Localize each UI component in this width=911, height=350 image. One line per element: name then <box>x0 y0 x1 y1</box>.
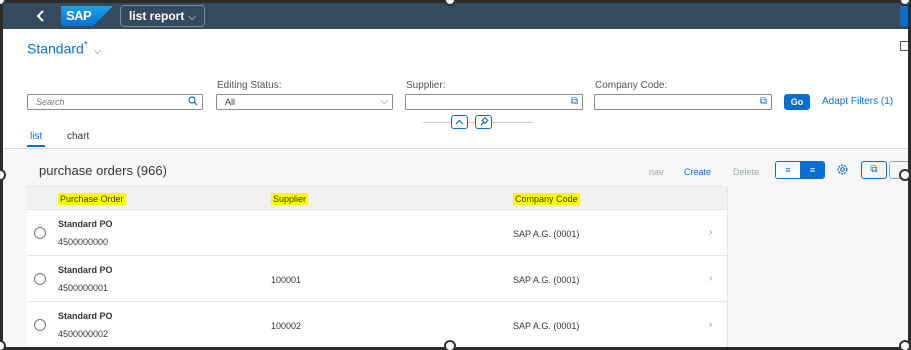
resize-handle[interactable] <box>444 340 456 350</box>
column-header-supplier[interactable]: Supplier <box>271 193 309 205</box>
chevron-right-icon[interactable]: › <box>709 227 712 238</box>
supplier-input[interactable]: ⧉ <box>405 94 583 110</box>
column-header-company-code[interactable]: Company Code <box>513 193 580 205</box>
value-help-icon[interactable]: ⧉ <box>760 95 767 109</box>
company-cell: SAP A.G. (0001) <box>513 275 580 285</box>
value-help-icon[interactable]: ⧉ <box>571 95 578 109</box>
app-title-menu[interactable]: list report ⌵ <box>120 5 205 27</box>
chevron-right-icon[interactable]: › <box>709 273 712 284</box>
row-select-radio[interactable] <box>34 273 46 285</box>
chevron-down-icon: ⌵ <box>93 45 102 57</box>
delete-button[interactable]: Delete <box>733 167 759 177</box>
row-select-radio[interactable] <box>34 227 46 239</box>
adapt-filters-link[interactable]: Adapt Filters (1) <box>822 96 893 107</box>
table-title: purchase orders (966) <box>39 163 167 178</box>
chevron-left-icon <box>36 10 44 22</box>
po-type: Standard PO <box>58 265 113 275</box>
table-view-button[interactable]: ≡ <box>776 162 800 178</box>
table-header: Purchase Order Supplier Company Code <box>27 186 727 210</box>
table-row[interactable]: Standard PO 4500000002 100002 SAP A.G. (… <box>27 302 727 347</box>
header-collapse-controls <box>423 115 533 129</box>
supplier-label: Supplier: <box>406 80 446 91</box>
go-button[interactable]: Go <box>784 94 810 110</box>
variant-selector[interactable]: Standard* ⌵ <box>27 40 101 57</box>
company-code-input[interactable]: ⧉ <box>594 94 772 110</box>
compact-view-button[interactable]: ≡ <box>800 162 824 178</box>
shell-bar: SAP list report ⌵ <box>3 3 908 29</box>
table-row[interactable]: Standard PO 4500000001 100001 SAP A.G. (… <box>27 256 727 302</box>
supplier-cell: 100002 <box>271 321 302 331</box>
active-tab-indicator <box>27 145 45 147</box>
app-title: list report <box>129 9 185 23</box>
share-icon[interactable] <box>900 41 908 51</box>
pin-header-button[interactable] <box>475 115 492 129</box>
view-mode-toggle: ≡ ≡ <box>775 161 825 179</box>
export-button[interactable]: ⧉ <box>861 161 887 179</box>
row-select-radio[interactable] <box>34 319 46 331</box>
po-number: 4500000000 <box>58 237 109 247</box>
collapse-header-button[interactable] <box>451 115 468 129</box>
po-type: Standard PO <box>58 219 113 229</box>
variant-modified-marker: * <box>83 40 88 51</box>
create-button[interactable]: Create <box>684 167 711 177</box>
back-button[interactable] <box>31 6 51 26</box>
variant-name: Standard <box>27 40 84 57</box>
logo-text: SAP <box>66 8 92 23</box>
sap-logo[interactable]: SAP <box>61 6 113 26</box>
export-icon: ⧉ <box>870 164 878 175</box>
table-row[interactable]: Standard PO 4500000000 SAP A.G. (0001) › <box>27 210 727 256</box>
chevron-down-icon: ⌵ <box>188 12 196 23</box>
resize-handle[interactable] <box>899 340 911 350</box>
chevron-right-icon[interactable]: › <box>709 319 712 330</box>
tab-chart[interactable]: chart <box>67 131 89 142</box>
chevron-down-icon: ⌵ <box>380 96 388 107</box>
search-icon <box>188 95 198 112</box>
search-placeholder: Search <box>36 97 65 107</box>
nav-button[interactable]: nav <box>649 167 664 177</box>
app-window: SAP list report ⌵ Standard*⌵ Search Editi… <box>3 3 908 347</box>
editing-status-label: Editing Status: <box>217 80 282 91</box>
po-type: Standard PO <box>58 311 113 321</box>
company-cell: SAP A.G. (0001) <box>513 321 580 331</box>
company-cell: SAP A.G. (0001) <box>513 229 580 239</box>
search-input[interactable]: Search <box>27 94 203 110</box>
resize-handle[interactable] <box>899 169 911 181</box>
editing-status-select[interactable]: All ⌵ <box>216 94 393 110</box>
pin-icon <box>480 116 489 126</box>
po-number: 4500000001 <box>58 283 109 293</box>
filter-bar: Standard*⌵ Search Editing Status: All ⌵ … <box>3 29 908 149</box>
supplier-cell: 100001 <box>271 275 302 285</box>
column-header-purchase-order[interactable]: Purchase Order <box>58 193 126 205</box>
po-number: 4500000002 <box>58 329 109 339</box>
chevron-up-icon <box>455 119 464 125</box>
gear-icon <box>837 164 848 175</box>
editing-status-value: All <box>225 97 236 107</box>
company-code-label: Company Code: <box>595 80 668 91</box>
tab-list[interactable]: list <box>30 131 42 142</box>
shell-right-button[interactable] <box>900 6 908 26</box>
settings-button[interactable] <box>836 163 849 179</box>
empty-column-area <box>727 186 908 347</box>
